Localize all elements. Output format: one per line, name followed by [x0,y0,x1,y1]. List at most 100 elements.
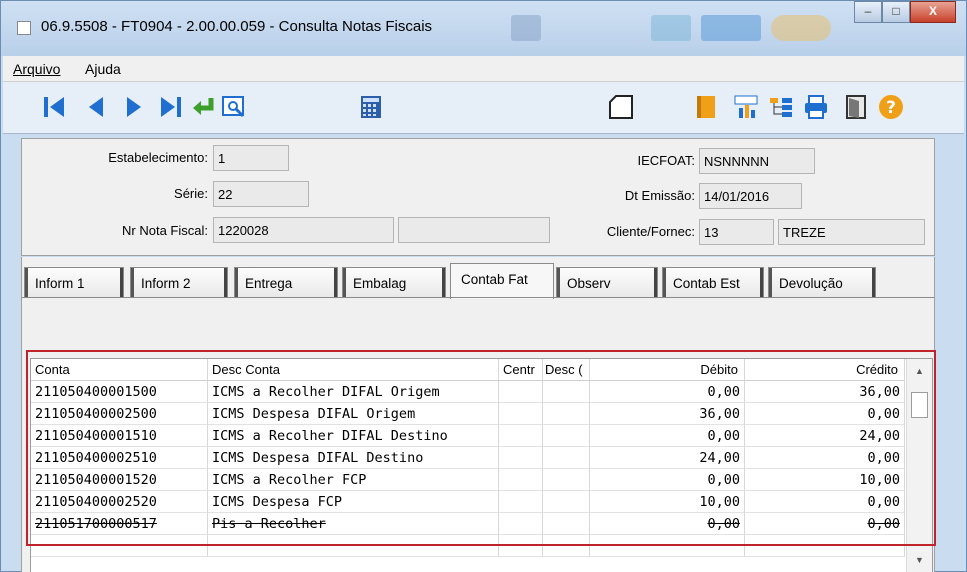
tree-icon[interactable] [768,94,794,120]
last-record-icon[interactable] [158,94,184,120]
column-header-debito[interactable]: Débito [590,359,745,381]
cell-debito[interactable] [590,535,745,557]
maximize-button[interactable]: □ [882,1,910,23]
table-row[interactable]: 211051700000517 Pis a Recolher 0,00 0,00 [31,513,905,535]
table-row-empty[interactable] [31,535,905,557]
cell-desc-conta[interactable]: ICMS a Recolher DIFAL Origem [208,381,499,403]
cell-centr[interactable] [499,403,543,425]
column-header-credito[interactable]: Crédito [745,359,905,381]
tab-contab-fat[interactable]: Contab Fat [450,263,554,299]
cell-credito[interactable]: 36,00 [745,381,905,403]
next-record-icon[interactable] [121,94,147,120]
cell-desc-c[interactable] [543,535,590,557]
close-button[interactable]: X [910,1,956,23]
column-header-conta[interactable]: Conta [31,359,208,381]
cell-credito[interactable]: 0,00 [745,447,905,469]
cell-desc-c[interactable] [543,381,590,403]
title-bar[interactable]: 06.9.5508 - FT0904 - 2.00.00.059 - Consu… [1,1,966,56]
dt-emissao-field[interactable]: 14/01/2016 [699,183,802,209]
cell-centr[interactable] [499,491,543,513]
tab-inform-2[interactable]: Inform 2 [130,267,228,297]
chart-icon[interactable] [733,94,759,120]
menu-ajuda[interactable]: Ajuda [85,61,121,77]
book-icon[interactable] [693,94,719,120]
nr-nota-fiscal-field[interactable]: 1220028 [213,217,394,243]
cell-debito[interactable]: 0,00 [590,513,745,535]
cell-debito[interactable]: 0,00 [590,381,745,403]
cell-centr[interactable] [499,381,543,403]
print-icon[interactable] [803,94,829,120]
tab-inform-1[interactable]: Inform 1 [24,267,124,297]
cell-centr[interactable] [499,469,543,491]
cell-centr[interactable] [499,513,543,535]
cell-desc-c[interactable] [543,513,590,535]
previous-record-icon[interactable] [83,94,109,120]
table-row[interactable]: 211050400001500 ICMS a Recolher DIFAL Ori… [31,381,905,403]
cell-conta[interactable]: 211051700000517 [31,513,208,535]
first-record-icon[interactable] [41,94,67,120]
cell-centr[interactable] [499,535,543,557]
cell-desc-c[interactable] [543,469,590,491]
serie-field[interactable]: 22 [213,181,309,207]
cell-centr[interactable] [499,425,543,447]
cell-debito[interactable]: 0,00 [590,469,745,491]
search-icon[interactable] [221,94,247,120]
cell-desc-conta[interactable]: Pis a Recolher [208,513,499,535]
cell-conta[interactable]: 211050400001520 [31,469,208,491]
cell-debito[interactable]: 36,00 [590,403,745,425]
cell-desc-conta[interactable] [208,535,499,557]
cell-desc-conta[interactable]: ICMS Despesa DIFAL Destino [208,447,499,469]
scroll-up-icon[interactable]: ▲ [907,361,932,381]
cell-conta[interactable] [31,535,208,557]
table-row[interactable]: 211050400002510 ICMS Despesa DIFAL Destin… [31,447,905,469]
column-header-desc-c[interactable]: Desc ( [543,359,590,381]
cell-desc-c[interactable] [543,491,590,513]
table-row[interactable]: 211050400001510 ICMS a Recolher DIFAL Des… [31,425,905,447]
cell-credito[interactable]: 24,00 [745,425,905,447]
cell-conta[interactable]: 211050400002510 [31,447,208,469]
cell-credito[interactable]: 0,00 [745,403,905,425]
cell-credito[interactable]: 10,00 [745,469,905,491]
cell-desc-c[interactable] [543,403,590,425]
cell-credito[interactable] [745,535,905,557]
tab-contab-est[interactable]: Contab Est [662,267,764,297]
estabelecimento-field[interactable]: 1 [213,145,289,171]
cell-conta[interactable]: 211050400001510 [31,425,208,447]
cell-centr[interactable] [499,447,543,469]
table-row[interactable]: 211050400002520 ICMS Despesa FCP 10,00 0,00 [31,491,905,513]
exit-icon[interactable] [843,94,869,120]
cell-desc-c[interactable] [543,425,590,447]
nr-nota-fiscal-extra-field[interactable] [398,217,550,243]
tab-devolucao[interactable]: Devolução [768,267,876,297]
vertical-scrollbar[interactable]: ▲ ▼ [906,359,932,572]
accounting-grid[interactable]: Conta Desc Conta Centr Desc ( Débito Cré… [30,358,933,572]
help-icon[interactable]: ? [878,94,904,120]
cell-desc-conta[interactable]: ICMS Despesa DIFAL Origem [208,403,499,425]
table-row[interactable]: 211050400002500 ICMS Despesa DIFAL Origem… [31,403,905,425]
cell-debito[interactable]: 24,00 [590,447,745,469]
scroll-thumb[interactable] [911,392,928,418]
cell-conta[interactable]: 211050400001500 [31,381,208,403]
menu-arquivo[interactable]: Arquivo [13,61,60,77]
scroll-down-icon[interactable]: ▼ [907,550,932,570]
table-row[interactable]: 211050400001520 ICMS a Recolher FCP 0,00 10… [31,469,905,491]
cell-debito[interactable]: 0,00 [590,425,745,447]
cell-credito[interactable]: 0,00 [745,491,905,513]
cell-desc-conta[interactable]: ICMS a Recolher DIFAL Destino [208,425,499,447]
cell-conta[interactable]: 211050400002520 [31,491,208,513]
cell-desc-conta[interactable]: ICMS a Recolher FCP [208,469,499,491]
tab-entrega[interactable]: Entrega [234,267,338,297]
tab-embalag[interactable]: Embalag [342,267,446,297]
calculator-icon[interactable] [358,94,384,120]
new-document-icon[interactable] [608,94,634,120]
cell-desc-conta[interactable]: ICMS Despesa FCP [208,491,499,513]
column-header-centr[interactable]: Centr [499,359,543,381]
cliente-fornec-code-field[interactable]: 13 [699,219,774,245]
cell-desc-c[interactable] [543,447,590,469]
iecfoat-field[interactable]: NSNNNNN [699,148,815,174]
cell-debito[interactable]: 10,00 [590,491,745,513]
column-header-desc-conta[interactable]: Desc Conta [208,359,499,381]
minimize-button[interactable]: – [854,1,882,23]
tab-observ[interactable]: Observ [556,267,658,297]
goto-icon[interactable] [191,94,217,120]
